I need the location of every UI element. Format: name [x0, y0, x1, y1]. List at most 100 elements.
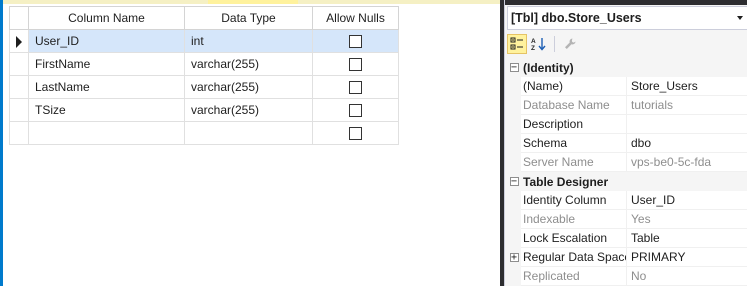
column-name-cell[interactable]: User_ID — [28, 29, 185, 53]
category-table-designer[interactable]: − Table Designer — [507, 172, 747, 191]
collapse-icon[interactable]: − — [509, 62, 519, 72]
property-name: Description — [521, 115, 627, 134]
row-gutter — [507, 210, 521, 229]
property-row[interactable]: Schema dbo — [507, 134, 747, 153]
property-value[interactable]: Store_Users — [627, 77, 747, 96]
property-row[interactable]: Lock Escalation Table — [507, 229, 747, 248]
window-left-border — [0, 0, 3, 286]
collapse-icon[interactable]: − — [509, 176, 519, 186]
row-selector[interactable] — [9, 98, 29, 122]
alphabetical-button[interactable]: A Z — [529, 34, 549, 54]
column-name-header[interactable]: Column Name — [28, 6, 185, 30]
table-row[interactable]: TSize varchar(255) — [9, 98, 399, 122]
svg-text:A: A — [531, 38, 536, 45]
property-value[interactable]: User_ID — [627, 191, 747, 210]
property-row[interactable]: (Name) Store_Users — [507, 77, 747, 96]
property-value: vps-be0-5c-fda — [627, 153, 747, 172]
object-selector-dropdown[interactable]: [Tbl] dbo.Store_Users — [507, 6, 747, 30]
allow-nulls-header[interactable]: Allow Nulls — [312, 6, 399, 30]
allow-nulls-checkbox[interactable] — [349, 81, 362, 95]
row-gutter — [507, 96, 521, 115]
data-type-cell[interactable]: varchar(255) — [184, 52, 313, 76]
row-gutter — [507, 134, 521, 153]
expand-icon[interactable]: + — [509, 252, 519, 262]
row-selector[interactable] — [9, 121, 29, 145]
property-value: No — [627, 267, 747, 286]
data-type-header[interactable]: Data Type — [184, 6, 313, 30]
property-name: Server Name — [521, 153, 627, 172]
row-gutter — [507, 267, 521, 286]
table-row-new[interactable] — [9, 121, 399, 145]
table-row[interactable]: FirstName varchar(255) — [9, 52, 399, 76]
property-row[interactable]: Identity Column User_ID — [507, 191, 747, 210]
row-selector-header — [9, 6, 29, 30]
chevron-down-icon — [737, 16, 743, 20]
allow-nulls-cell — [312, 29, 399, 53]
properties-window: [Tbl] dbo.Store_Users A Z − (Identity) (… — [504, 0, 747, 286]
property-value[interactable]: PRIMARY — [627, 248, 747, 267]
table-row[interactable]: LastName varchar(255) — [9, 75, 399, 99]
row-selector[interactable] — [9, 29, 29, 53]
active-tab-indicator[interactable] — [208, 0, 298, 4]
row-gutter — [507, 229, 521, 248]
svg-text:Z: Z — [531, 45, 535, 51]
property-value[interactable]: Table — [627, 229, 747, 248]
properties-toolbar: A Z — [507, 33, 747, 55]
allow-nulls-checkbox[interactable] — [349, 35, 362, 49]
property-name: Identity Column — [521, 191, 627, 210]
table-designer: Column Name Data Type Allow Nulls User_I… — [0, 0, 500, 286]
property-row[interactable]: Description — [507, 115, 747, 134]
current-row-arrow-icon — [16, 36, 22, 48]
toolbar-separator — [554, 36, 555, 52]
allow-nulls-checkbox[interactable] — [349, 127, 362, 141]
allow-nulls-cell — [312, 52, 399, 76]
data-type-cell[interactable]: int — [184, 29, 313, 53]
categorized-icon — [510, 37, 523, 50]
table-row[interactable]: User_ID int — [9, 29, 399, 53]
row-gutter: + — [507, 248, 521, 267]
property-value: Yes — [627, 210, 747, 229]
column-name-cell[interactable]: LastName — [28, 75, 185, 99]
row-gutter — [507, 153, 521, 172]
property-row[interactable]: Replicated No — [507, 267, 747, 286]
property-pages-button[interactable] — [560, 34, 580, 54]
allow-nulls-checkbox[interactable] — [349, 104, 362, 118]
category-label: Table Designer — [521, 172, 747, 191]
category-gutter: − — [507, 58, 521, 77]
property-name: Schema — [521, 134, 627, 153]
property-name: (Name) — [521, 77, 627, 96]
row-selector[interactable] — [9, 75, 29, 99]
allow-nulls-checkbox[interactable] — [349, 58, 362, 72]
property-row[interactable]: Database Name tutorials — [507, 96, 747, 115]
column-name-cell[interactable]: TSize — [28, 98, 185, 122]
row-gutter — [507, 77, 521, 96]
data-type-cell[interactable]: varchar(255) — [184, 98, 313, 122]
editor-tab-strip — [0, 0, 500, 4]
property-name: Lock Escalation — [521, 229, 627, 248]
properties-title-bar — [505, 0, 747, 5]
property-row[interactable]: Server Name vps-be0-5c-fda — [507, 153, 747, 172]
data-type-cell[interactable] — [184, 121, 313, 145]
property-row[interactable]: Indexable Yes — [507, 210, 747, 229]
property-grid: − (Identity) (Name) Store_Users Database… — [507, 58, 747, 286]
allow-nulls-cell — [312, 75, 399, 99]
column-name-cell[interactable]: FirstName — [28, 52, 185, 76]
property-value[interactable]: dbo — [627, 134, 747, 153]
column-name-cell[interactable] — [28, 121, 185, 145]
category-identity[interactable]: − (Identity) — [507, 58, 747, 77]
object-selector-label: [Tbl] dbo.Store_Users — [511, 11, 642, 25]
allow-nulls-cell — [312, 98, 399, 122]
property-name: Database Name — [521, 96, 627, 115]
property-value[interactable] — [627, 115, 747, 134]
category-label: (Identity) — [521, 58, 747, 77]
row-gutter — [507, 191, 521, 210]
data-type-cell[interactable]: varchar(255) — [184, 75, 313, 99]
wrench-icon — [565, 38, 576, 49]
property-row[interactable]: + Regular Data Space PRIMARY — [507, 248, 747, 267]
property-name: Regular Data Space — [521, 248, 627, 267]
allow-nulls-cell — [312, 121, 399, 145]
property-name: Replicated — [521, 267, 627, 286]
columns-grid: Column Name Data Type Allow Nulls User_I… — [9, 6, 399, 145]
row-selector[interactable] — [9, 52, 29, 76]
categorized-button[interactable] — [507, 34, 527, 54]
